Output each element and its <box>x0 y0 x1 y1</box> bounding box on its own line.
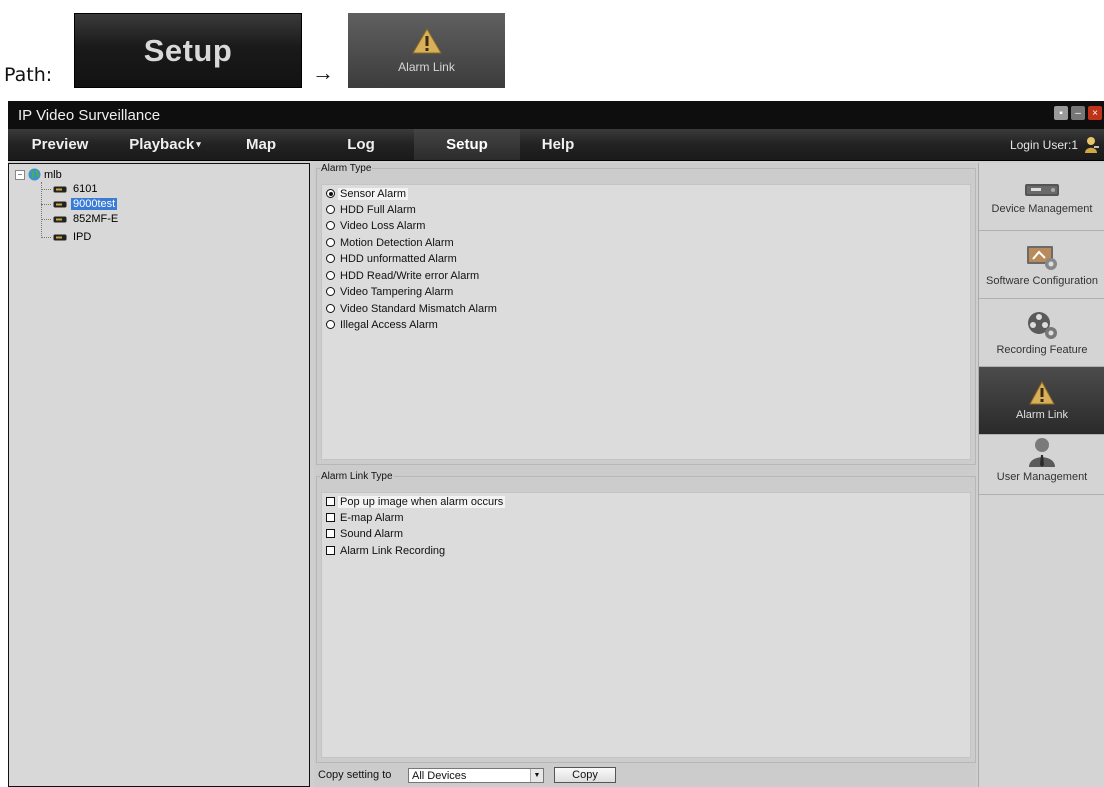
tree-device-node[interactable]: 852MF-E <box>53 212 120 226</box>
radio-icon[interactable] <box>326 271 335 280</box>
recording-icon <box>1028 311 1057 339</box>
menu-log[interactable]: Log <box>308 129 414 160</box>
path-label: Path: <box>4 64 53 86</box>
checkbox-icon[interactable] <box>326 546 335 555</box>
alarm-icon <box>1029 380 1055 404</box>
login-user-label: Login User:1 <box>1009 137 1078 152</box>
window-controls: ▪ – × <box>1054 106 1102 120</box>
nav-alarm-link[interactable]: Alarm Link <box>979 367 1104 435</box>
device-icon <box>1025 183 1059 196</box>
alarm-link-type-list: Pop up image when alarm occurs E-map Ala… <box>321 492 971 758</box>
alarm-link-type-legend: Alarm Link Type <box>321 471 393 482</box>
alarm-type-legend: Alarm Type <box>321 163 372 174</box>
checkbox-icon[interactable] <box>326 513 335 522</box>
menu-playback[interactable]: Playback ▾ <box>112 129 218 160</box>
title-bar: IP Video Surveillance ▪ – × <box>8 101 1104 129</box>
main-menu: Preview Playback ▾ Map Log Setup Help Log… <box>8 129 1104 161</box>
dvr-icon <box>53 234 67 240</box>
close-icon[interactable]: × <box>1088 106 1102 120</box>
alarm-link-type-group: Alarm Link Type Pop up image when alarm … <box>316 471 976 763</box>
radio-selected-icon[interactable] <box>326 189 335 198</box>
setup-thumbnail: Setup <box>74 13 302 88</box>
alarm-option-tampering[interactable]: Video Tampering Alarm <box>326 284 455 299</box>
link-option-popup[interactable]: Pop up image when alarm occurs <box>326 494 506 509</box>
lock-icon[interactable]: ▪ <box>1054 106 1068 120</box>
alarm-type-list: Sensor Alarm HDD Full Alarm Video Loss A… <box>321 184 971 460</box>
tree-connector <box>41 189 51 190</box>
alarm-option-motion[interactable]: Motion Detection Alarm <box>326 235 456 250</box>
tree-root[interactable]: − mlb <box>15 168 62 181</box>
menu-map[interactable]: Map <box>218 129 304 160</box>
nav-user-management[interactable]: User Management <box>979 433 1104 495</box>
link-option-recording[interactable]: Alarm Link Recording <box>326 543 447 558</box>
alarm-type-group: Alarm Type Sensor Alarm HDD Full Alarm V… <box>316 163 976 465</box>
nav-recording-feature[interactable]: Recording Feature <box>979 299 1104 367</box>
collapse-icon[interactable]: − <box>15 169 25 180</box>
app-window: IP Video Surveillance ▪ – × Preview Play… <box>8 101 1104 787</box>
radio-icon[interactable] <box>326 221 335 230</box>
chevron-down-icon[interactable]: ▼ <box>530 769 543 782</box>
software-icon <box>1027 245 1057 270</box>
tree-device-node-selected[interactable]: 9000test <box>53 197 118 211</box>
minimize-icon[interactable]: – <box>1071 106 1085 120</box>
alarm-link-thumbnail-label: Alarm Link <box>398 59 455 74</box>
setup-thumbnail-label: Setup <box>143 32 233 68</box>
tree-device-node[interactable]: 6101 <box>53 182 99 196</box>
setup-side-nav: Device Management Software Configuration… <box>978 163 1104 787</box>
user-icon <box>1029 438 1055 467</box>
alarm-settings-panel: Alarm Type Sensor Alarm HDD Full Alarm V… <box>314 163 976 787</box>
path-arrow: → <box>312 60 334 85</box>
dvr-icon <box>53 201 67 207</box>
alarm-option-hdd-full[interactable]: HDD Full Alarm <box>326 202 418 217</box>
tree-connector <box>41 237 51 238</box>
alarm-option-sensor[interactable]: Sensor Alarm <box>326 186 409 201</box>
alarm-option-hdd-unformatted[interactable]: HDD unformatted Alarm <box>326 251 459 266</box>
checkbox-icon[interactable] <box>326 529 335 538</box>
warning-icon <box>411 27 442 53</box>
radio-icon[interactable] <box>326 205 335 214</box>
alarm-option-standard-mismatch[interactable]: Video Standard Mismatch Alarm <box>326 301 499 316</box>
alarm-option-hdd-rw-error[interactable]: HDD Read/Write error Alarm <box>326 268 481 283</box>
nav-device-management[interactable]: Device Management <box>979 163 1104 231</box>
copy-settings-bar: Copy setting to All Devices ▼ Copy <box>318 767 616 783</box>
link-option-emap[interactable]: E-map Alarm <box>326 510 406 525</box>
tree-connector <box>41 219 51 220</box>
menu-preview[interactable]: Preview <box>8 129 112 160</box>
dvr-icon <box>53 186 67 192</box>
dvr-icon <box>53 216 67 222</box>
window-title: IP Video Surveillance <box>18 106 161 124</box>
device-tree: − mlb 6101 9000test 852MF-E IPD <box>8 163 310 787</box>
globe-icon <box>28 168 41 181</box>
radio-icon[interactable] <box>326 254 335 263</box>
user-key-icon <box>1085 136 1099 153</box>
nav-software-configuration[interactable]: Software Configuration <box>979 231 1104 299</box>
link-option-sound[interactable]: Sound Alarm <box>326 526 405 541</box>
menu-help[interactable]: Help <box>520 129 596 160</box>
login-user: Login User:1 <box>1010 129 1100 160</box>
radio-icon[interactable] <box>326 320 335 329</box>
copy-button[interactable]: Copy <box>554 767 616 783</box>
radio-icon[interactable] <box>326 238 335 247</box>
radio-icon[interactable] <box>326 304 335 313</box>
dropdown-arrow-icon: ▾ <box>196 139 201 149</box>
copy-settings-label: Copy setting to <box>318 769 392 781</box>
tree-connector <box>41 182 42 238</box>
radio-icon[interactable] <box>326 287 335 296</box>
alarm-option-illegal-access[interactable]: Illegal Access Alarm <box>326 317 440 332</box>
tree-root-label: mlb <box>44 168 62 181</box>
alarm-link-thumbnail: Alarm Link <box>348 13 505 88</box>
tree-device-node[interactable]: IPD <box>53 230 93 244</box>
alarm-option-video-loss[interactable]: Video Loss Alarm <box>326 218 427 233</box>
copy-target-select[interactable]: All Devices ▼ <box>408 768 544 783</box>
checkbox-icon[interactable] <box>326 497 335 506</box>
tree-connector <box>41 204 51 205</box>
menu-setup[interactable]: Setup <box>414 129 520 160</box>
